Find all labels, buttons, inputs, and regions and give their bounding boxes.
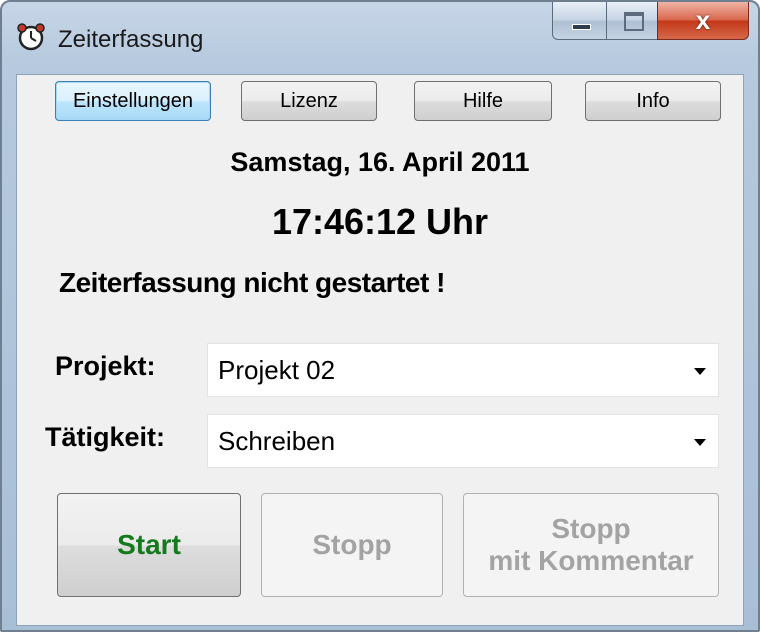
minimize-icon <box>572 24 591 30</box>
license-button[interactable]: Lizenz <box>241 81 377 121</box>
stop-button[interactable]: Stopp <box>261 493 443 597</box>
activity-label: Tätigkeit: <box>45 422 166 452</box>
date-display: Samstag, 16. April 2011 <box>230 147 530 177</box>
minimize-button[interactable] <box>552 2 607 40</box>
project-value: Projekt 02 <box>218 355 336 385</box>
window-title: Zeiterfassung <box>58 26 204 53</box>
close-button[interactable]: x <box>657 2 749 40</box>
app-window: Zeiterfassung x Einstellungen Lizenz Hil… <box>0 0 760 632</box>
start-label: Start <box>117 529 181 560</box>
title-bar[interactable]: Zeiterfassung x <box>2 2 758 74</box>
close-icon: x <box>695 5 711 35</box>
chevron-down-icon <box>694 439 706 446</box>
stop-comment-line1: Stopp <box>551 513 631 544</box>
activity-select[interactable]: Schreiben <box>207 414 719 468</box>
status-text: Zeiterfassung nicht gestartet ! <box>59 267 445 298</box>
activity-value: Schreiben <box>218 426 336 456</box>
maximize-icon <box>624 12 644 31</box>
stop-comment-line2: mit Kommentar <box>488 545 694 576</box>
stop-label: Stopp <box>312 529 392 560</box>
info-button[interactable]: Info <box>585 81 721 121</box>
alarm-clock-icon <box>17 23 45 51</box>
client-area: Einstellungen Lizenz Hilfe Info Samstag,… <box>16 74 744 626</box>
settings-button[interactable]: Einstellungen <box>55 81 211 121</box>
stop-with-comment-button[interactable]: Stopp mit Kommentar <box>463 493 719 597</box>
chevron-down-icon <box>694 368 706 375</box>
start-button[interactable]: Start <box>57 493 241 597</box>
maximize-button[interactable] <box>606 2 658 40</box>
project-select[interactable]: Projekt 02 <box>207 343 719 397</box>
project-label: Projekt: <box>55 351 156 381</box>
help-button[interactable]: Hilfe <box>414 81 552 121</box>
time-display: 17:46:12 Uhr <box>271 201 489 242</box>
